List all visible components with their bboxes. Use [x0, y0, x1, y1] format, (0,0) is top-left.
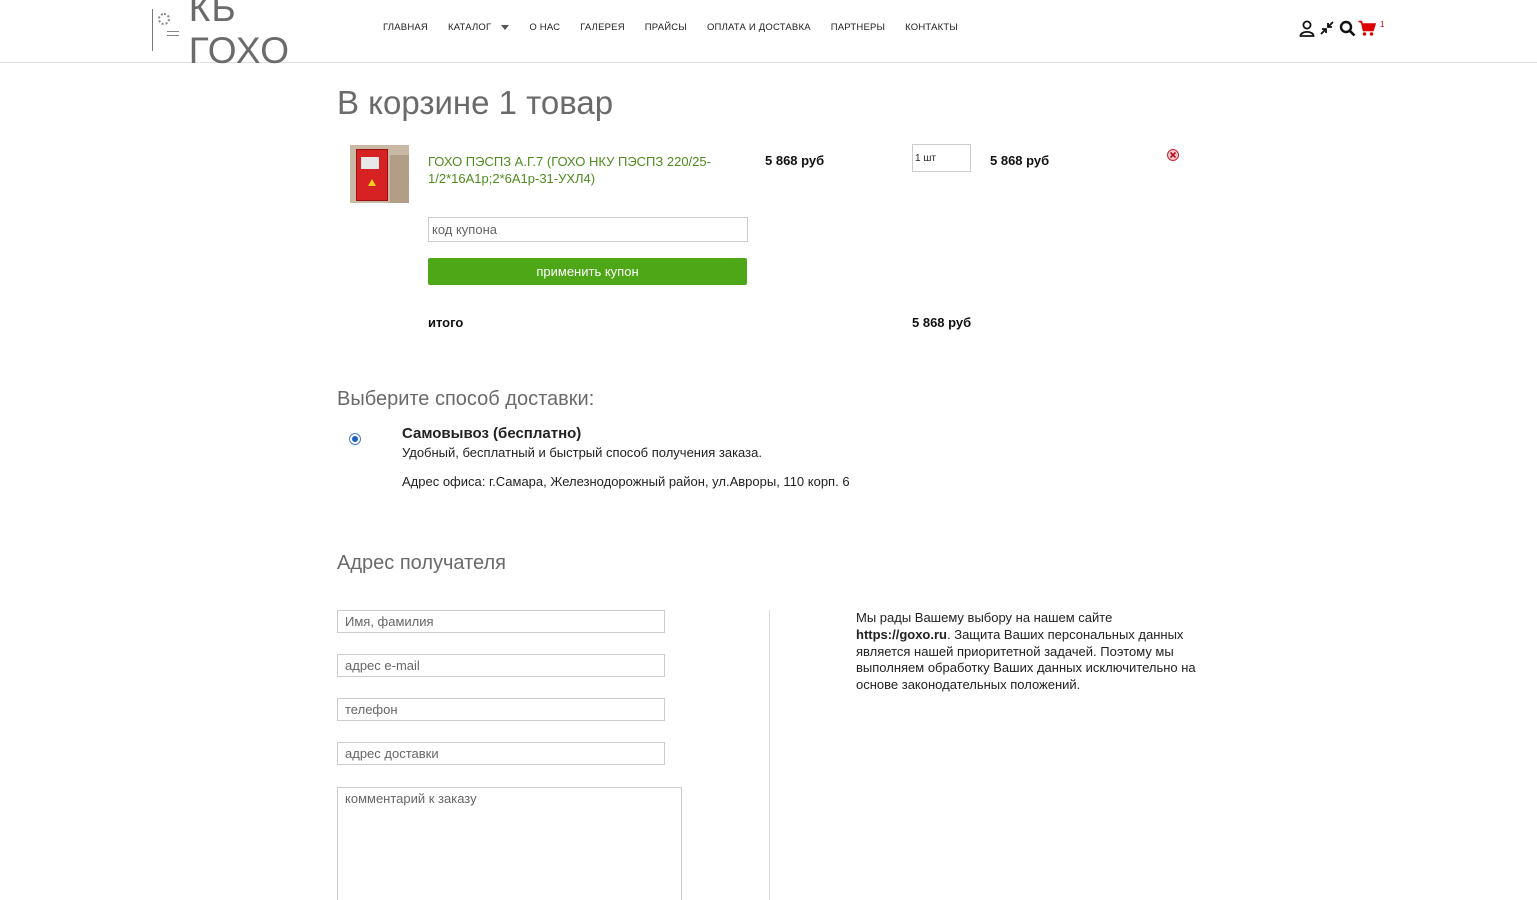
page-title: В корзине 1 товар	[337, 84, 614, 121]
delivery-office-address: Адрес офиса: г.Самара, Железнодорожный р…	[402, 474, 850, 489]
apply-coupon-button[interactable]: применить купон	[428, 258, 747, 285]
nav-item-prices[interactable]: ПРАЙСЫ	[645, 22, 687, 33]
privacy-notice: Мы рады Вашему выбору на нашем сайте htt…	[856, 610, 1206, 694]
order-comment-field[interactable]	[337, 787, 682, 900]
delivery-address-field[interactable]	[337, 742, 665, 765]
logo-text: КБ ГОХО	[188, 0, 291, 71]
privacy-site-link: https://goxo.ru	[856, 626, 947, 642]
nav-item-catalog-label: КАТАЛОГ	[447, 21, 492, 33]
product-line-total: 5 868 руб	[990, 153, 1050, 168]
nav-item-payment-delivery[interactable]: ОПЛАТА И ДОСТАВКА	[707, 22, 811, 33]
site-logo[interactable]: КБ ГОХО	[152, 0, 342, 71]
header-icons: 1	[1298, 18, 1384, 38]
delivery-option-description: Удобный, бесплатный и быстрый способ пол…	[402, 445, 762, 460]
site-header: КБ ГОХО ГЛАВНАЯ КАТАЛОГ О НАС ГАЛЕРЕЯ ПР…	[0, 0, 1537, 71]
quantity-input[interactable]	[912, 144, 971, 172]
phone-field[interactable]	[337, 698, 665, 721]
email-field[interactable]	[337, 654, 665, 677]
delivery-title: Выберите способ доставки:	[337, 388, 595, 410]
radio-selected-dot	[352, 436, 358, 442]
user-icon[interactable]	[1298, 18, 1316, 38]
product-name-link[interactable]: ГОХО ПЭСПЗ А.Г.7 (ГОХО НКУ ПЭСПЗ 220/25-…	[428, 153, 728, 187]
nav-item-contacts[interactable]: КОНТАКТЫ	[905, 22, 958, 33]
close-icon	[1169, 151, 1177, 159]
total-value: 5 868 руб	[912, 315, 972, 330]
cart-count-badge: 1	[1380, 20, 1385, 29]
coupon-input[interactable]	[428, 217, 748, 242]
nav-item-home[interactable]: ГЛАВНАЯ	[383, 22, 428, 33]
column-divider	[769, 610, 770, 900]
chevron-down-icon[interactable]	[501, 24, 510, 30]
search-icon[interactable]	[1338, 18, 1356, 38]
logo-mark-icon	[152, 9, 179, 51]
total-label: итого	[428, 315, 464, 330]
remove-item-button[interactable]	[1167, 149, 1179, 161]
product-unit-price: 5 868 руб	[765, 153, 825, 168]
name-field[interactable]	[337, 610, 665, 633]
compare-icon[interactable]	[1318, 18, 1336, 38]
recipient-title: Адрес получателя	[337, 552, 506, 574]
delivery-pickup-radio[interactable]	[349, 433, 361, 445]
delivery-option-name: Самовывоз (бесплатно)	[402, 425, 582, 442]
main-nav: ГЛАВНАЯ КАТАЛОГ О НАС ГАЛЕРЕЯ ПРАЙСЫ ОПЛ…	[383, 20, 978, 34]
nav-item-catalog[interactable]: КАТАЛОГ	[447, 21, 510, 33]
nav-item-about[interactable]: О НАС	[529, 22, 560, 33]
product-image[interactable]	[350, 145, 409, 203]
cart-icon[interactable]	[1358, 18, 1376, 38]
nav-item-gallery[interactable]: ГАЛЕРЕЯ	[580, 22, 625, 33]
privacy-text-before: Мы рады Вашему выбору на нашем сайте	[856, 610, 1113, 625]
nav-item-partners[interactable]: ПАРТНЕРЫ	[831, 22, 885, 33]
